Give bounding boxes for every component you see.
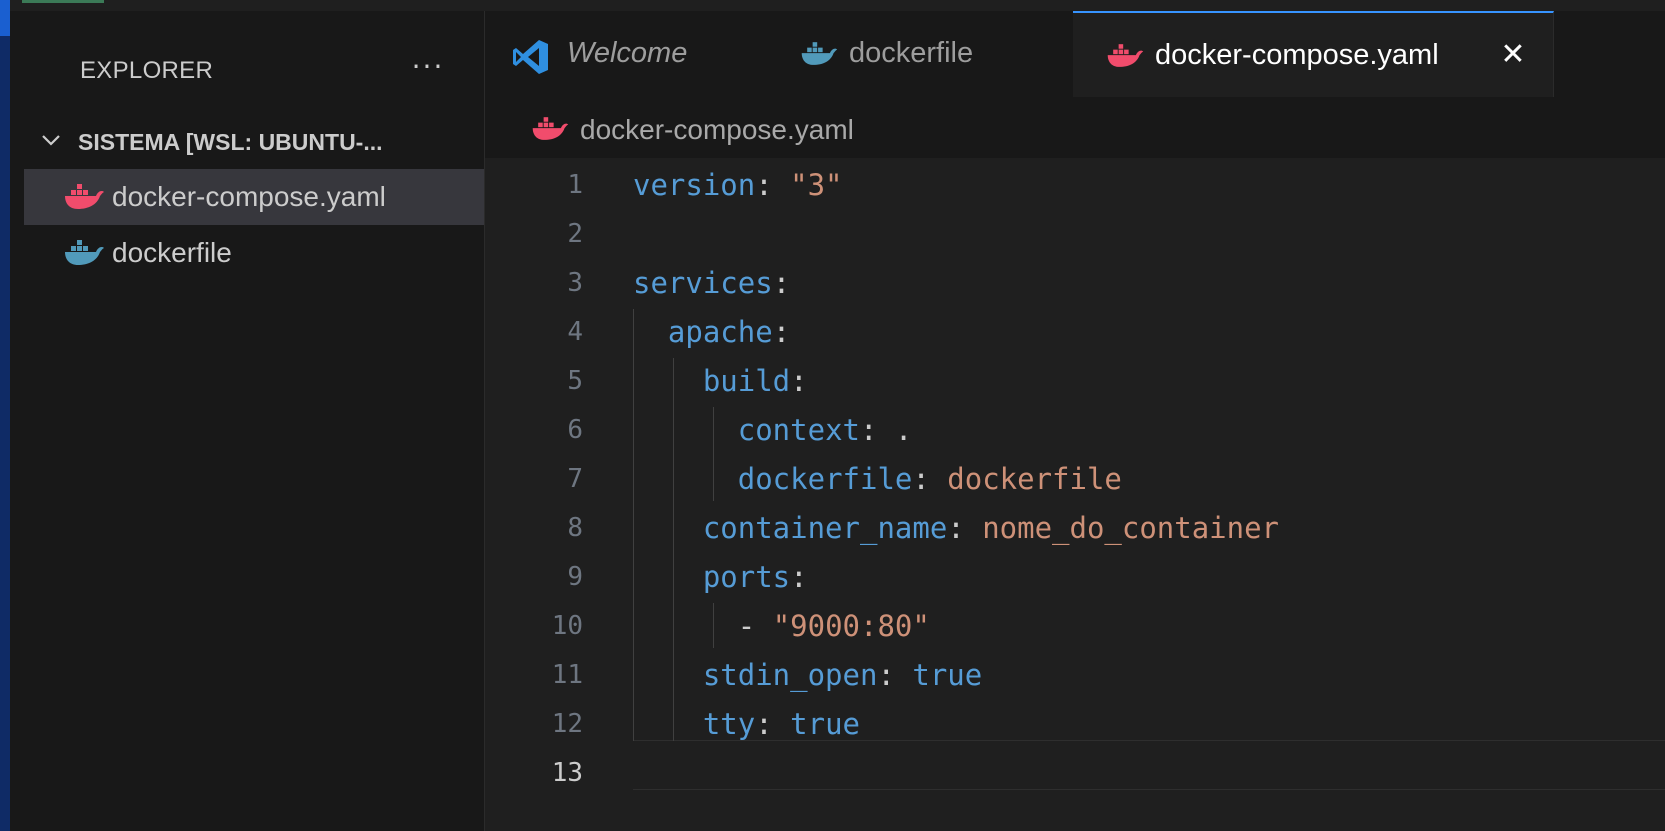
explorer-title: EXPLORER — [80, 57, 214, 84]
yaml-key: tty — [702, 707, 756, 741]
code-text: services: — [633, 266, 790, 300]
line-number: 2 — [567, 219, 583, 249]
line-number: 12 — [551, 709, 583, 739]
yaml-value: nome_do_container — [982, 511, 1280, 545]
yaml-key: stdin_open — [702, 658, 878, 692]
docker-icon — [1107, 44, 1144, 67]
code-text: apache: — [633, 315, 790, 349]
yaml-separator: : — [772, 266, 791, 300]
code-text: stdin_open: true — [633, 658, 982, 692]
tab-docker-compose[interactable]: docker-compose.yaml ✕ — [1073, 11, 1554, 97]
tab-label: Welcome — [567, 37, 688, 69]
code-text: container_name: nome_do_container — [633, 511, 1279, 545]
tab-label: dockerfile — [849, 37, 974, 69]
close-tab-button[interactable]: ✕ — [1493, 35, 1533, 75]
title-bar — [10, 0, 1665, 11]
yaml-key: apache — [667, 315, 773, 349]
title-bar-indicator — [22, 0, 104, 3]
yaml-value: "3" — [790, 168, 843, 202]
line-number: 10 — [551, 611, 583, 641]
yaml-key: services — [633, 266, 773, 300]
activity-bar — [0, 0, 10, 831]
line-number: 3 — [567, 268, 583, 298]
code-editor[interactable]: 1 version: "3" 2 3 services: 4 apache: 5 build… — [485, 158, 1665, 831]
yaml-separator: : — [877, 658, 913, 692]
yaml-value: "9000:80" — [772, 609, 930, 643]
code-text: - "9000:80" — [633, 609, 930, 643]
code-text: dockerfile: dockerfile — [633, 462, 1122, 496]
chevron-down-icon — [42, 135, 60, 146]
yaml-value: . — [894, 413, 913, 447]
code-line[interactable]: 2 — [485, 213, 1665, 262]
yaml-separator: : — [947, 511, 983, 545]
docker-icon — [65, 184, 104, 209]
file-item-label: docker-compose.yaml — [112, 181, 386, 212]
vscode-icon — [513, 40, 548, 74]
code-line[interactable]: 9 ports: — [485, 556, 1665, 605]
editor-tabs: Welcome dockerfile docker-compose.yaml ✕ — [485, 11, 1665, 97]
code-line[interactable]: 12 tty: true — [485, 703, 1665, 752]
line-number: 13 — [551, 758, 583, 788]
code-line[interactable]: 7 dockerfile: dockerfile — [485, 458, 1665, 507]
tab-dockerfile[interactable]: dockerfile — [765, 11, 1074, 97]
code-line[interactable]: 10 - "9000:80" — [485, 605, 1665, 654]
yaml-separator: : — [755, 707, 791, 741]
yaml-key: dockerfile — [737, 462, 913, 496]
yaml-key: build — [702, 364, 791, 398]
code-text: context: . — [633, 413, 913, 447]
code-line[interactable]: 4 apache: — [485, 311, 1665, 360]
file-item-dockerfile[interactable]: dockerfile — [24, 225, 484, 281]
code-text: ports: — [633, 560, 808, 594]
line-number: 9 — [567, 562, 583, 592]
code-line[interactable]: 11 stdin_open: true — [485, 654, 1665, 703]
yaml-value: true — [912, 658, 983, 692]
yaml-separator: : — [912, 462, 948, 496]
tab-label: docker-compose.yaml — [1155, 39, 1439, 71]
yaml-separator: : — [859, 413, 895, 447]
explorer-header: EXPLORER ··· — [24, 11, 484, 107]
yaml-value: dockerfile — [947, 462, 1122, 496]
yaml-separator: : — [790, 560, 808, 594]
workspace-folder-label: SISTEMA [WSL: UBUNTU-... — [78, 129, 383, 155]
yaml-separator: : — [772, 315, 791, 349]
line-number: 11 — [551, 660, 583, 690]
activity-bar-accent — [0, 0, 10, 36]
code-line[interactable]: 13 — [485, 752, 1665, 801]
code-text: version: "3" — [633, 168, 843, 202]
docker-icon — [65, 240, 104, 265]
yaml-key: context — [737, 413, 860, 447]
code-line[interactable]: 1 version: "3" — [485, 164, 1665, 213]
line-number: 6 — [567, 415, 583, 445]
file-item-docker-compose[interactable]: docker-compose.yaml — [24, 169, 484, 225]
code-text: tty: true — [633, 707, 860, 741]
line-number: 1 — [567, 170, 583, 200]
line-number: 7 — [567, 464, 583, 494]
line-number: 8 — [567, 513, 583, 543]
line-number: 4 — [567, 317, 583, 347]
yaml-key: version — [633, 168, 756, 202]
docker-icon — [801, 42, 838, 65]
code-line[interactable]: 6 context: . — [485, 409, 1665, 458]
more-actions-button[interactable]: ··· — [400, 47, 456, 91]
workspace-folder[interactable]: SISTEMA [WSL: UBUNTU-... — [24, 117, 484, 165]
yaml-key: container_name — [702, 511, 948, 545]
code-line[interactable]: 8 container_name: nome_do_container — [485, 507, 1665, 556]
code-line[interactable]: 3 services: — [485, 262, 1665, 311]
yaml-value: true — [790, 707, 860, 741]
yaml-separator: : — [755, 168, 791, 202]
tab-welcome[interactable]: Welcome — [485, 11, 766, 97]
yaml-separator: : — [790, 364, 808, 398]
docker-icon — [532, 117, 569, 140]
breadcrumb-file: docker-compose.yaml — [580, 114, 854, 145]
list-dash: - — [737, 609, 773, 643]
file-item-label: dockerfile — [112, 237, 232, 268]
line-number: 5 — [567, 366, 583, 396]
code-text: build: — [633, 364, 808, 398]
explorer-sidebar: EXPLORER ··· SISTEMA [WSL: UBUNTU-... do… — [24, 11, 485, 831]
code-line[interactable]: 5 build: — [485, 360, 1665, 409]
yaml-key: ports — [702, 560, 791, 594]
